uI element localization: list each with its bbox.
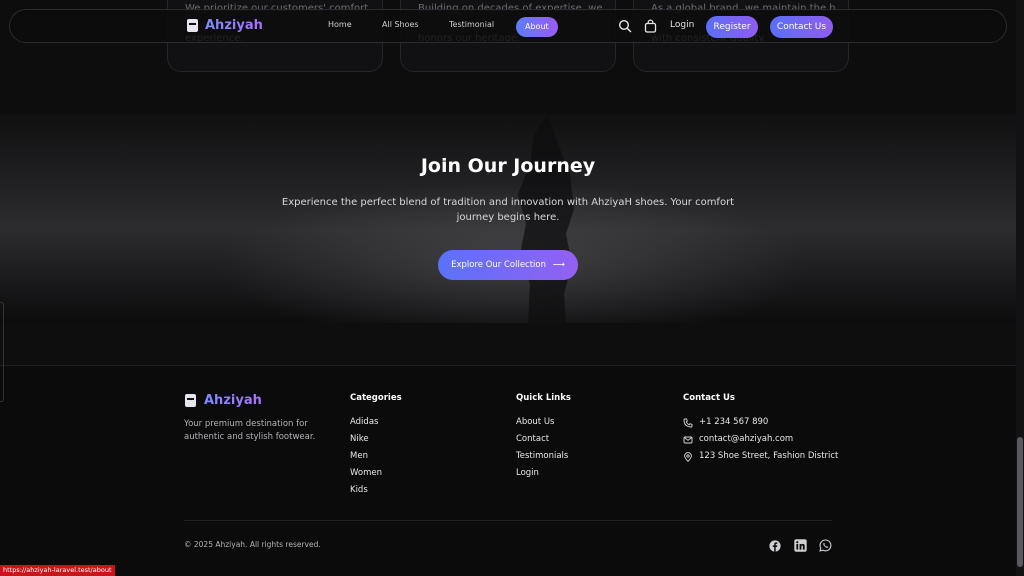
quick-link-about-us[interactable]: About Us xyxy=(516,414,568,431)
nav-link-all-shoes[interactable]: All Shoes xyxy=(382,20,419,29)
nav-link-about[interactable]: About xyxy=(516,17,558,37)
category-link-women[interactable]: Women xyxy=(350,465,382,482)
side-tab[interactable] xyxy=(0,302,4,402)
brand-logo-link[interactable]: Ahziyah xyxy=(187,18,263,33)
contact-address-text: 123 Shoe Street, Fashion District xyxy=(699,451,839,461)
contact-phone-text: +1 234 567 890 xyxy=(699,417,769,427)
contact-phone[interactable]: +1 234 567 890 xyxy=(683,414,838,431)
cart-bag-icon[interactable] xyxy=(644,18,660,34)
search-icon[interactable] xyxy=(618,18,634,34)
categories-list: Adidas Nike Men Women Kids xyxy=(350,414,382,499)
phone-icon xyxy=(683,418,693,427)
copyright-text: © 2025 Ahziyah. All rights reserved. xyxy=(184,540,321,549)
contact-us-button[interactable]: Contact Us xyxy=(770,16,833,38)
facebook-icon[interactable] xyxy=(769,537,782,552)
whatsapp-icon[interactable] xyxy=(819,537,832,552)
scrollbar-thumb[interactable] xyxy=(1017,437,1023,567)
footer-brand-name: Ahziyah xyxy=(204,393,262,408)
footer-tagline: Your premium destination for authentic a… xyxy=(184,419,316,442)
category-link-adidas[interactable]: Adidas xyxy=(350,414,382,431)
contact-email-text: contact@ahziyah.com xyxy=(699,434,794,444)
contact-email[interactable]: contact@ahziyah.com xyxy=(683,431,838,448)
journey-subtitle: Experience the perfect blend of traditio… xyxy=(281,197,735,223)
explore-button-label: Explore Our Collection xyxy=(451,260,547,270)
login-link[interactable]: Login xyxy=(670,20,694,30)
join-journey-banner: Join Our Journey Experience the perfect … xyxy=(0,114,1024,323)
status-bar-url: https://ahziyah-laravel.test/about xyxy=(0,565,115,576)
explore-collection-button[interactable]: Explore Our Collection ⟶ xyxy=(438,250,578,280)
categories-heading: Categories xyxy=(350,393,402,403)
category-link-kids[interactable]: Kids xyxy=(350,482,382,499)
shopping-bag-logo-icon xyxy=(187,19,198,32)
footer-divider xyxy=(184,520,832,521)
quick-link-contact[interactable]: Contact xyxy=(516,431,568,448)
section-spacer xyxy=(0,323,1024,366)
contact-address: 123 Shoe Street, Fashion District xyxy=(683,448,838,465)
navbar: Ahziyah Home All Shoes Testimonial About… xyxy=(9,9,1007,43)
mail-icon xyxy=(683,436,693,443)
quick-link-login[interactable]: Login xyxy=(516,465,568,482)
quick-link-testimonials[interactable]: Testimonials xyxy=(516,448,568,465)
map-pin-icon xyxy=(684,451,692,462)
nav-link-home[interactable]: Home xyxy=(328,20,352,29)
category-link-nike[interactable]: Nike xyxy=(350,431,382,448)
register-button[interactable]: Register xyxy=(706,16,758,38)
contact-list: +1 234 567 890 contact@ahziyah.com 123 S… xyxy=(683,414,838,465)
arrow-right-icon: ⟶ xyxy=(552,260,565,270)
nav-link-testimonial[interactable]: Testimonial xyxy=(449,20,494,29)
category-link-men[interactable]: Men xyxy=(350,448,382,465)
quick-links-heading: Quick Links xyxy=(516,393,571,403)
quick-links-list: About Us Contact Testimonials Login xyxy=(516,414,568,482)
scrollbar[interactable] xyxy=(1016,0,1024,576)
brand-name: Ahziyah xyxy=(205,18,263,33)
contact-heading: Contact Us xyxy=(683,393,735,403)
linkedin-icon[interactable] xyxy=(794,537,807,552)
shopping-bag-logo-icon xyxy=(185,394,196,407)
footer-brand[interactable]: Ahziyah xyxy=(185,393,262,408)
journey-title: Join Our Journey xyxy=(420,155,596,177)
